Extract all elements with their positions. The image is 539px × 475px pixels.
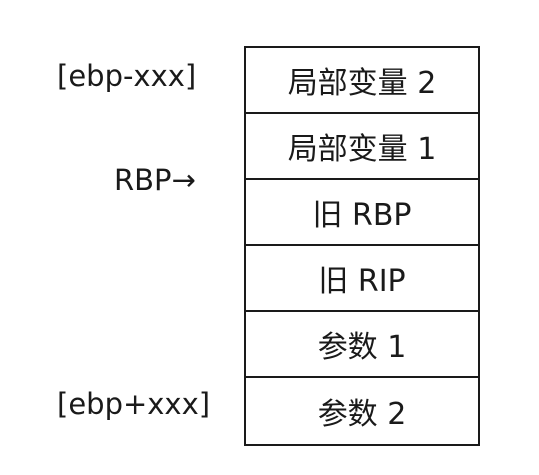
stack-cell-param-1: 参数 1 [246, 312, 478, 378]
stack-cell-old-rip: 旧 RIP [246, 246, 478, 312]
ebp-plus-offset-label: [ebp+xxx] [57, 387, 211, 421]
stack-cell-local-var-2: 局部变量 2 [246, 48, 478, 114]
stack-cell-param-2: 参数 2 [317, 397, 407, 432]
stack-frame-diagram: 局部变量 2 局部变量 1 旧 RBP 旧 RIP 参数 1 参数 2 [244, 46, 480, 446]
stack-cell-local-var-1: 局部变量 1 [246, 114, 478, 180]
stack-cell-old-rbp: 旧 RBP [246, 180, 478, 246]
rbp-pointer-label: RBP→ [114, 163, 196, 197]
ebp-minus-offset-label: [ebp-xxx] [57, 59, 197, 93]
